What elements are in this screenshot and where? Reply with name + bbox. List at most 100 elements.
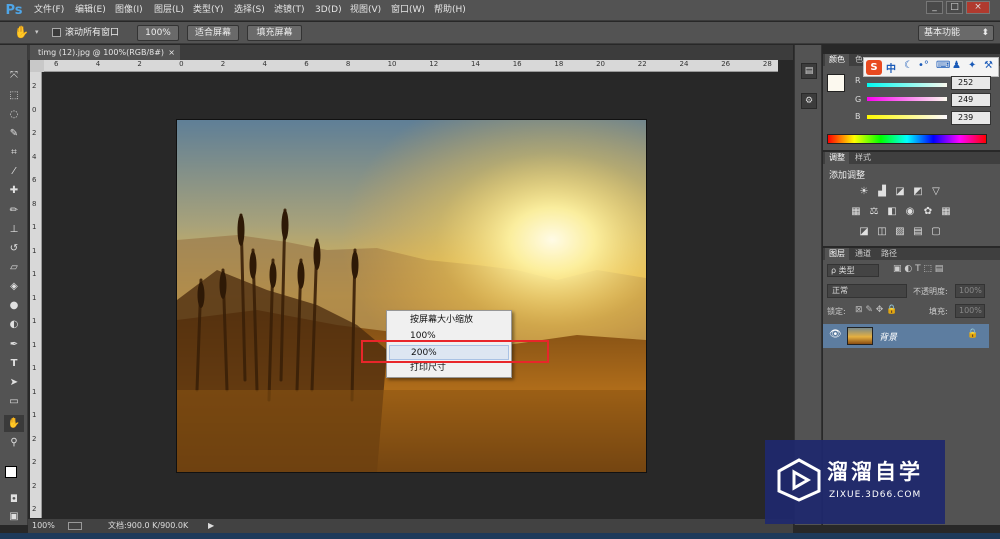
sogou-logo[interactable]: S [866,60,882,75]
menu-layer[interactable]: 图层(L) [154,0,184,21]
layer-filter-select[interactable]: ρ 类型 [827,264,879,277]
history-panel-icon[interactable]: ▤ [801,63,817,79]
menu-select[interactable]: 选择(S) [234,0,265,21]
marquee-tool-icon[interactable]: ⬚ [4,87,24,104]
hue-saturation-icon[interactable]: ▦ [849,206,863,218]
channel-g-slider[interactable] [867,97,947,101]
channel-g-value[interactable]: 249 [951,93,991,107]
quick-select-tool-icon[interactable]: ✎ [4,125,24,142]
blur-tool-icon[interactable]: ● [4,297,24,314]
channel-b-slider[interactable] [867,115,947,119]
zoom-100-button[interactable]: 100% [137,25,179,41]
threshold-icon[interactable]: ▨ [893,226,907,238]
fill-input[interactable]: 100% [955,304,985,318]
document-tab[interactable]: timg (12).jpg @ 100%(RGB/8#) × [30,45,180,60]
photo-filter-icon[interactable]: ◉ [903,206,917,218]
moon-icon[interactable]: ☾ [904,60,913,71]
dodge-tool-icon[interactable]: ◐ [4,316,24,333]
hand-tool-icon[interactable]: ✋ [4,415,24,432]
gradient-map-icon[interactable]: ▤ [911,226,925,238]
hand-tool-icon[interactable]: ✋ [14,25,29,39]
crop-tool-icon[interactable]: ⌗ [4,144,24,161]
layer-row-background[interactable]: 👁 背景 🔒 [823,324,989,348]
menu-item-fit-on-screen[interactable]: 按屏幕大小缩放 [389,313,509,328]
zoom-tool-icon[interactable]: ⚲ [4,434,24,451]
quick-mask-icon[interactable]: ◘ [4,491,24,508]
paint-bucket-tool-icon[interactable]: ◈ [4,278,24,295]
opacity-input[interactable]: 100% [955,284,985,298]
tab-adjustments[interactable]: 调整 [825,152,849,164]
filter-icons[interactable]: ▣ ◐ T ⬚ ▤ [893,264,943,274]
restore-button[interactable]: □ [946,1,963,14]
healing-brush-tool-icon[interactable]: ✚ [4,182,24,199]
color-lookup-icon[interactable]: ▦ [939,206,953,218]
chevron-down-icon[interactable]: ▾ [35,28,39,36]
lasso-tool-icon[interactable]: ◌ [4,106,24,123]
exposure-icon[interactable]: ◩ [911,186,925,198]
wrench-icon[interactable]: ⚒ [984,60,993,71]
foreground-color[interactable] [827,74,845,92]
black-white-icon[interactable]: ◧ [885,206,899,218]
menu-window[interactable]: 窗口(W) [391,0,425,21]
layer-name[interactable]: 背景 [879,330,897,343]
workspace-select[interactable]: 基本功能 ⬍ [918,25,994,41]
move-tool-icon[interactable]: ⤧ [4,67,24,84]
menu-3d[interactable]: 3D(D) [315,0,342,21]
close-icon[interactable]: × [168,45,175,60]
rectangle-tool-icon[interactable]: ▭ [4,393,24,410]
foreground-color-swatch[interactable] [5,466,17,478]
type-tool-icon[interactable]: T [4,355,24,372]
invert-icon[interactable]: ◪ [857,226,871,238]
punctuation-icon[interactable]: •° [918,60,929,71]
history-brush-tool-icon[interactable]: ↺ [4,240,24,257]
keyboard-icon[interactable]: ⌨ [936,60,950,71]
close-button[interactable]: × [966,1,990,14]
path-select-tool-icon[interactable]: ➤ [4,374,24,391]
ime-mode-label[interactable]: 中 [886,60,896,75]
menu-type[interactable]: 类型(Y) [193,0,224,21]
scroll-all-checkbox[interactable] [52,28,61,37]
brush-tool-icon[interactable]: ✏ [4,202,24,219]
tab-layers[interactable]: 图层 [825,248,849,260]
eye-icon[interactable]: 👁 [829,329,842,340]
brightness-icon[interactable]: ☀ [857,186,871,198]
blend-mode-select[interactable]: 正常 [827,284,907,298]
fit-screen-button[interactable]: 适合屏幕 [187,25,239,41]
tab-styles[interactable]: 样式 [851,152,875,164]
tab-paths[interactable]: 路径 [877,248,901,260]
menu-item-print-size[interactable]: 打印尺寸 [389,361,509,376]
menu-image[interactable]: 图像(I) [115,0,143,21]
eraser-tool-icon[interactable]: ▱ [4,259,24,276]
channel-r-slider[interactable] [867,83,947,87]
color-balance-icon[interactable]: ⚖ [867,206,881,218]
properties-panel-icon[interactable]: ⚙ [801,93,817,109]
clone-stamp-tool-icon[interactable]: ⊥ [4,221,24,238]
channel-r-value[interactable]: 252 [951,76,991,90]
menu-filter[interactable]: 滤镜(T) [274,0,305,21]
minimize-button[interactable]: _ [926,1,943,14]
color-spectrum[interactable] [827,134,987,144]
shirt-icon[interactable]: ✦ [968,60,976,71]
tab-channels[interactable]: 通道 [851,248,875,260]
status-menu-arrow[interactable]: ▶ [208,519,214,533]
menu-edit[interactable]: 编辑(E) [75,0,106,21]
channel-mixer-icon[interactable]: ✿ [921,206,935,218]
zoom-level[interactable]: 100% [32,519,55,533]
fill-screen-button[interactable]: 填充屏幕 [247,25,302,41]
selective-color-icon[interactable]: ▢ [929,226,943,238]
pen-tool-icon[interactable]: ✒ [4,336,24,353]
curves-icon[interactable]: ◪ [893,186,907,198]
menu-view[interactable]: 视图(V) [350,0,381,21]
posterize-icon[interactable]: ◫ [875,226,889,238]
screen-mode-icon[interactable]: ▣ [4,508,24,525]
vibrance-icon[interactable]: ▽ [929,186,943,198]
lock-icons[interactable]: ⊠ ✎ ✥ 🔒 [855,305,897,315]
levels-icon[interactable]: ▟ [875,186,889,198]
document-canvas[interactable] [177,120,646,472]
menu-help[interactable]: 帮助(H) [434,0,466,21]
tab-color[interactable]: 颜色 [825,54,849,66]
channel-b-value[interactable]: 239 [951,111,991,125]
user-icon[interactable]: ♟ [952,60,961,71]
menu-file[interactable]: 文件(F) [34,0,64,21]
eyedropper-tool-icon[interactable]: ⁄ [4,163,24,180]
